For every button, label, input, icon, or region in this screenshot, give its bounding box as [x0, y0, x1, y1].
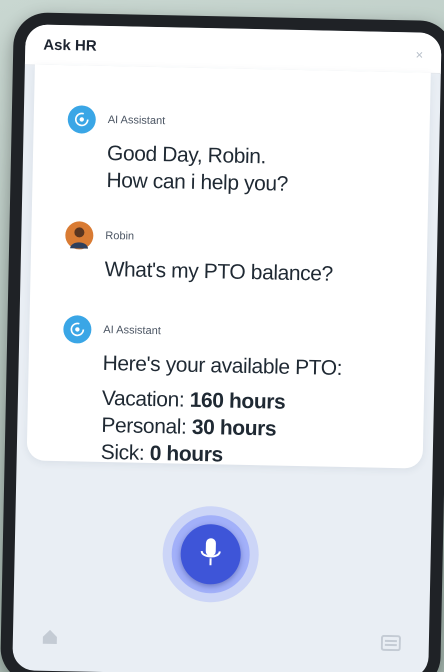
keyboard-icon[interactable]: [380, 634, 401, 656]
home-icon[interactable]: [41, 628, 59, 651]
chat-panel: AI Assistant Good Day, Robin. How can i …: [26, 64, 431, 469]
chat-message-user: Robin What's my PTO balance?: [64, 221, 411, 289]
screen: Ask HR × AI Assistant Good Day, Robin. H…: [12, 24, 442, 672]
sender-name: AI Assistant: [107, 113, 166, 128]
message-text: Here's your available PTO: Vacation: 160…: [101, 350, 409, 472]
user-avatar: [65, 221, 94, 250]
message-text: Good Day, Robin. How can i help you?: [106, 140, 413, 200]
message-line: Here's your available PTO:: [102, 351, 343, 380]
chat-message-ai-greeting: AI Assistant Good Day, Robin. How can i …: [66, 105, 414, 200]
microphone-button[interactable]: [161, 505, 260, 604]
ai-assistant-icon: [63, 315, 92, 344]
tablet-device: Ask HR × AI Assistant Good Day, Robin. H…: [0, 12, 444, 672]
sender-name: Robin: [105, 229, 135, 243]
message-line: What's my PTO balance?: [104, 257, 334, 286]
chat-message-ai-pto: AI Assistant Here's your available PTO: …: [61, 315, 410, 472]
microphone-icon: [199, 537, 222, 572]
sender-name: AI Assistant: [103, 323, 161, 338]
message-line: How can i help you?: [106, 168, 289, 196]
message-text: What's my PTO balance?: [104, 256, 410, 289]
voice-input-area: [12, 460, 432, 672]
ai-assistant-icon: [67, 105, 97, 134]
app-title: Ask HR: [43, 36, 97, 55]
close-icon[interactable]: ×: [415, 47, 423, 62]
